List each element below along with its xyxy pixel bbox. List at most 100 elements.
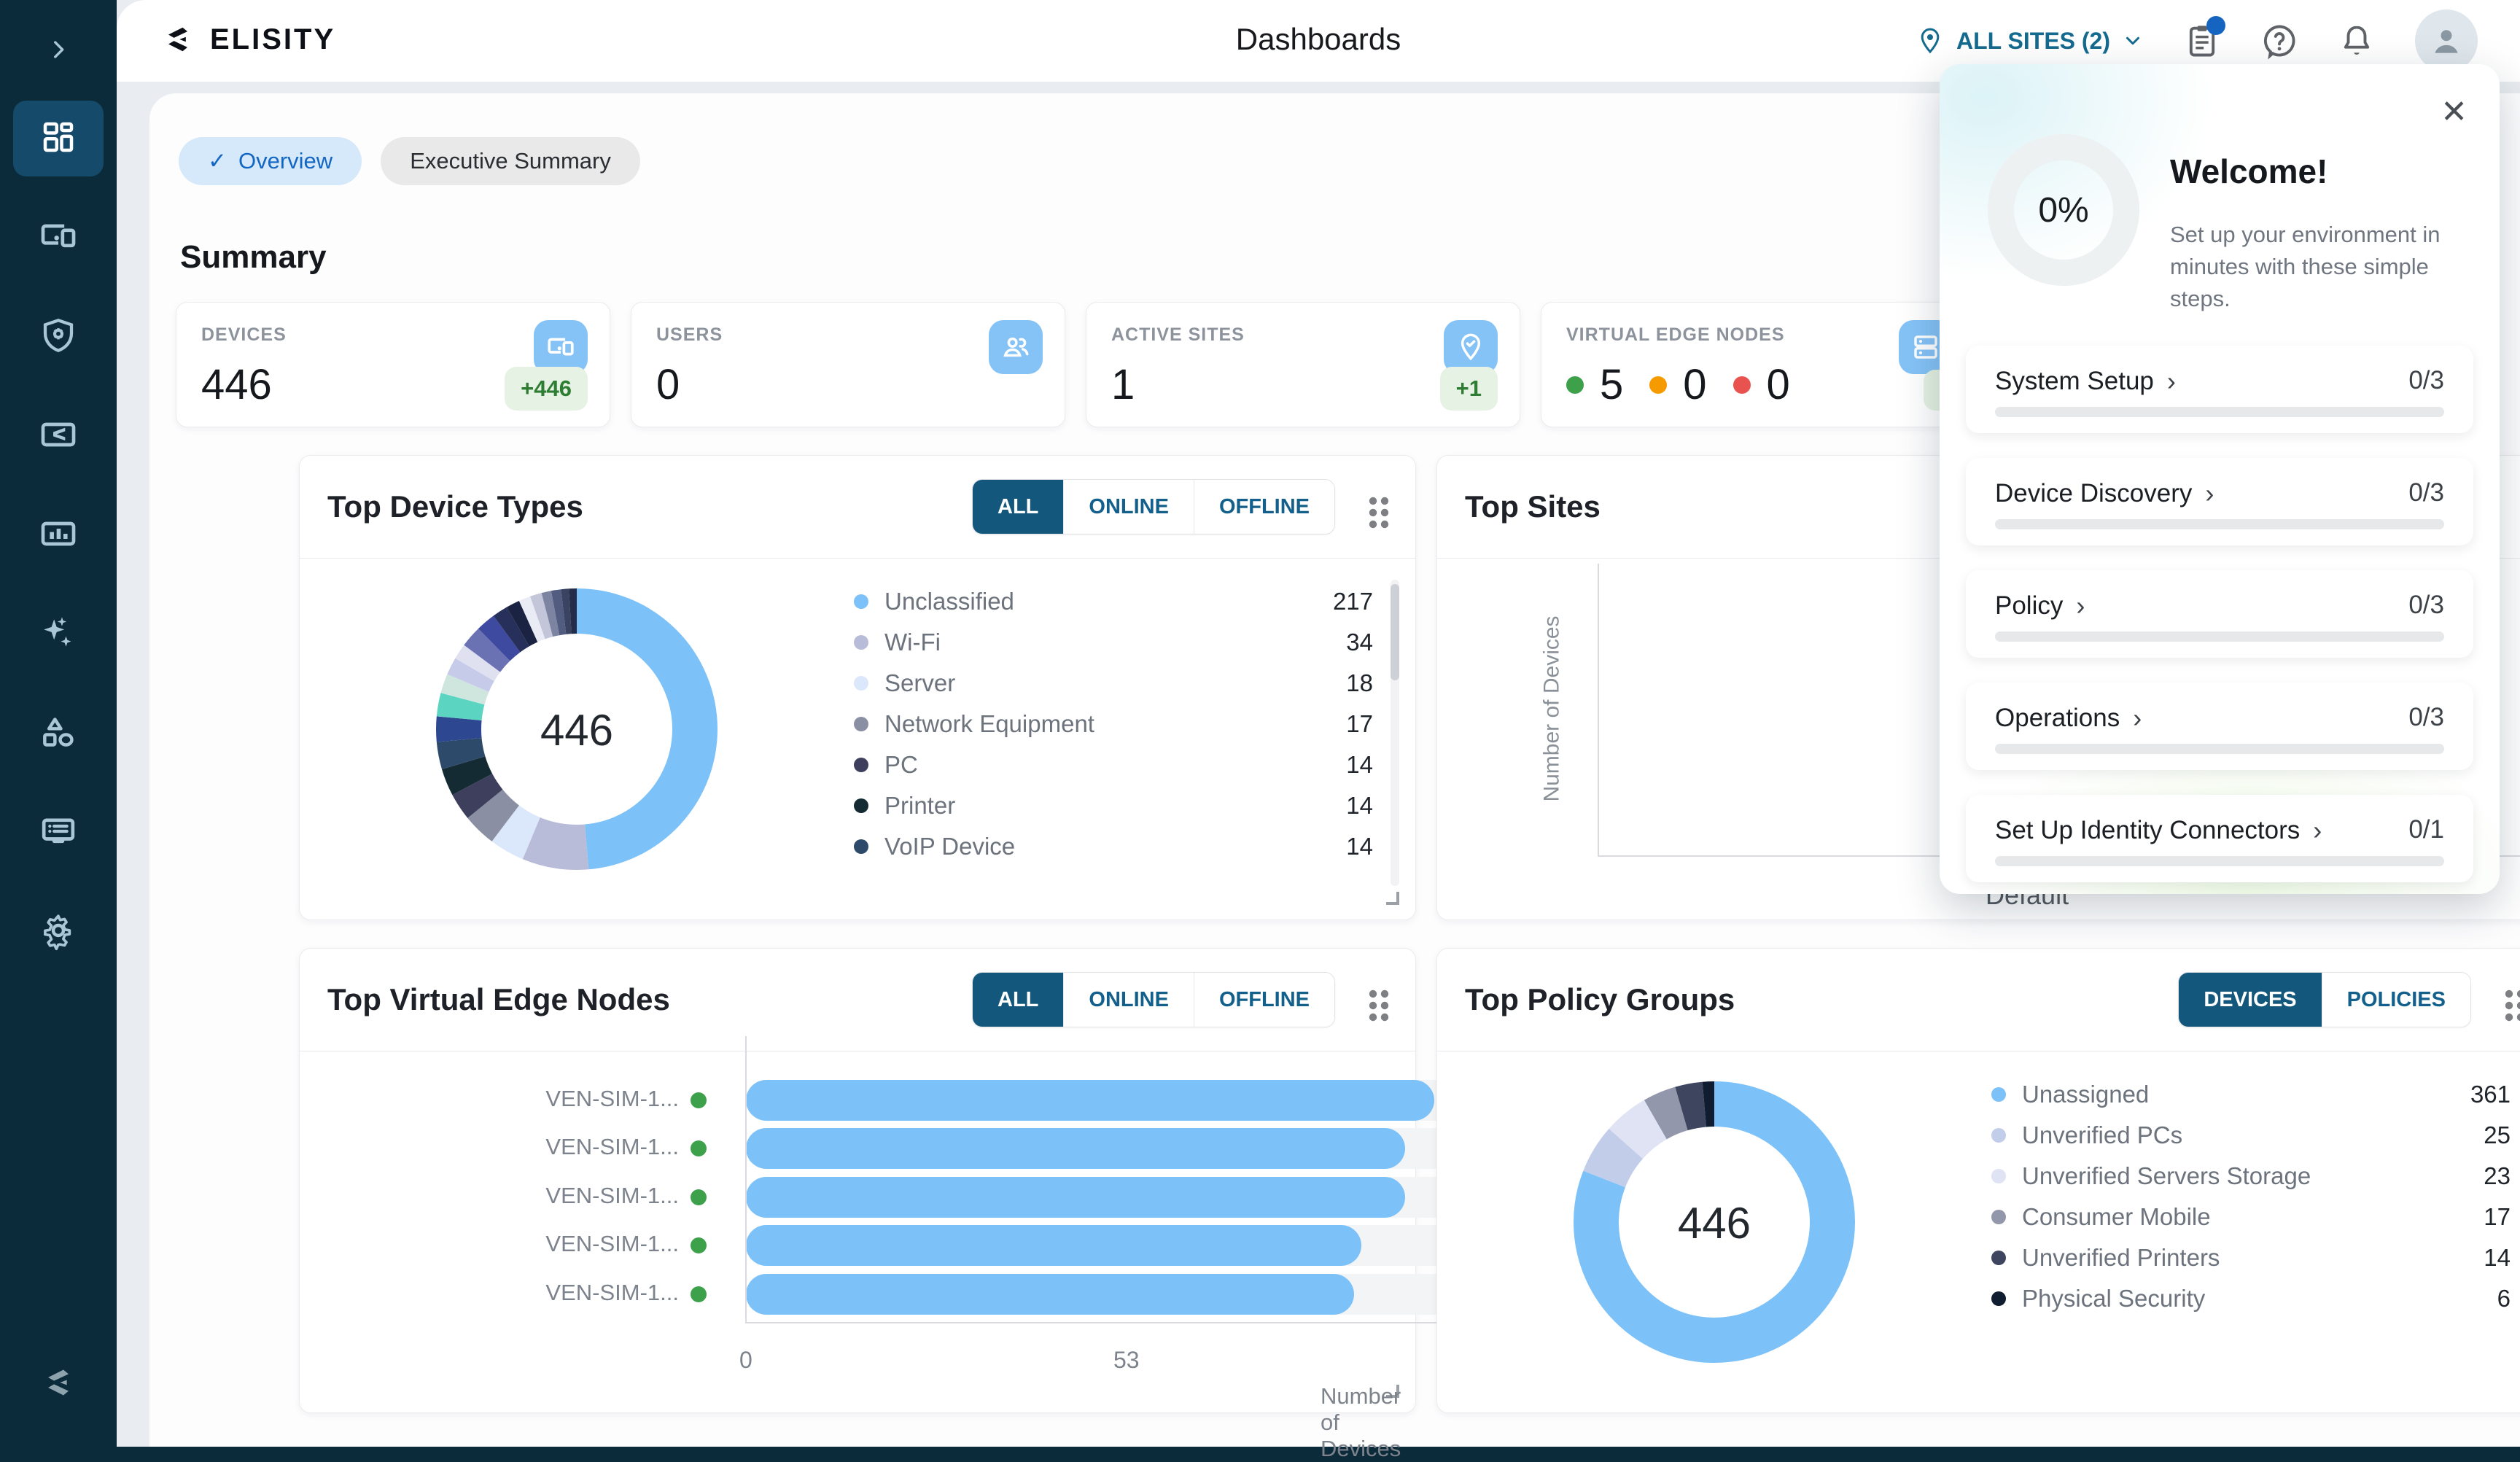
drag-handle-icon[interactable] [2500,987,2520,1028]
legend-label: Unassigned [2022,1081,2470,1108]
resize-handle[interactable] [1386,892,1399,905]
sidebar-item-devices[interactable] [13,200,104,276]
x-axis-label: Number of Devices [1321,1383,1415,1462]
legend-item-unverified-printers[interactable]: Unverified Printers 14 [1991,1237,2511,1278]
ven-row: VEN-SIM-1... 85 [300,1225,1415,1266]
toggle-online[interactable]: ONLINE [1064,480,1194,534]
sites-selector[interactable]: ALL SITES (2) [1916,26,2144,55]
legend-scrollbar-thumb[interactable] [1391,584,1399,680]
drag-handle-icon[interactable] [1364,494,1393,535]
chevron-right-icon: › [2076,591,2085,621]
setup-step-system-setup[interactable]: System Setup › 0/3 [1966,346,2473,433]
legend-dot [1991,1210,2006,1224]
legend-item-network-equipment[interactable]: Network Equipment 17 [854,704,1373,744]
ven-name-label: VEN-SIM-1... [545,1231,679,1257]
legend-item-printer[interactable]: Printer 14 [854,785,1373,826]
setup-step-set-up-identity-connectors[interactable]: Set Up Identity Connectors › 0/1 [1966,795,2473,882]
sidebar-item-ai-sparkles[interactable] [13,596,104,672]
help-button[interactable] [2260,22,2298,60]
summary-card-devices[interactable]: DEVICES 446+446 [176,302,610,427]
site-pin-chip-icon [1444,320,1498,374]
setup-step-policy[interactable]: Policy › 0/3 [1966,570,2473,658]
sidebar-item-topology-shapes[interactable] [13,696,104,771]
tab-label: Executive Summary [410,148,611,174]
chevron-right-icon: › [2205,478,2214,509]
legend-label: Physical Security [2022,1285,2497,1313]
check-icon: ✓ [208,148,227,174]
devices-chip-icon [534,320,588,374]
legend-item-physical-security[interactable]: Physical Security 6 [1991,1278,2511,1319]
legend-item-unclassified[interactable]: Unclassified 217 [854,581,1373,622]
card-ven: Top Virtual Edge NodesALLONLINEOFFLINE V… [299,948,1416,1413]
summary-card-trend-badge: +1 [1440,367,1498,411]
summary-card-active-sites[interactable]: ACTIVE SITES 1+1 [1086,302,1520,427]
legend-value: 23 [2484,1162,2511,1190]
step-progress-count: 0/3 [2408,591,2444,620]
tasks-clipboard-button[interactable] [2183,22,2221,60]
summary-card-virtual-edge-nodes[interactable]: VIRTUAL EDGE NODES 500 [1541,302,1975,427]
devices-icon [38,216,79,260]
y-axis-line [745,1036,747,1322]
legend-value: 34 [1346,629,1373,656]
account-button[interactable] [2415,9,2478,72]
ven-bar[interactable] [746,1128,1405,1169]
close-icon[interactable]: ✕ [2441,96,2468,128]
legend-value: 17 [2484,1203,2511,1231]
legend-item-wi-fi[interactable]: Wi-Fi 34 [854,622,1373,663]
sidebar-item-settings-gear[interactable] [13,894,104,970]
legend-item-pc[interactable]: PC 14 [854,744,1373,785]
step-progress-bar [1995,744,2444,754]
online-status-dot [691,1189,707,1205]
ven-bar[interactable] [746,1274,1354,1315]
legend-item-unverified-servers-storage[interactable]: Unverified Servers Storage 23 [1991,1156,2511,1197]
legend-value: 14 [1346,833,1373,860]
step-title: Device Discovery › [1995,478,2214,509]
person-icon [2428,23,2465,59]
ven-bar[interactable] [746,1080,1434,1121]
chevron-down-icon [2122,30,2144,52]
status-dot [1649,376,1667,394]
legend-item-consumer-mobile[interactable]: Consumer Mobile 17 [1991,1197,2511,1237]
legend-item-voip-device[interactable]: VoIP Device 14 [854,826,1373,867]
sidebar-item-analytics[interactable] [13,497,104,573]
legend-label: Printer [884,792,1346,820]
summary-heading: Summary [180,239,327,276]
card-title: Top Policy Groups [1465,982,1735,1017]
toggle-devices[interactable]: DEVICES [2179,973,2322,1027]
ven-bar[interactable] [746,1177,1405,1218]
sidebar-item-switch[interactable] [13,398,104,474]
legend-item-server[interactable]: Server 18 [854,663,1373,704]
step-label: Policy [1995,591,2063,621]
sidebar-expand-button[interactable] [36,28,80,71]
legend-label: Unverified PCs [2022,1121,2484,1149]
legend-item-unverified-pcs[interactable]: Unverified PCs 25 [1991,1115,2511,1156]
ai-sparkles-icon [38,613,79,657]
setup-step-device-discovery[interactable]: Device Discovery › 0/3 [1966,458,2473,545]
step-progress-bar [1995,407,2444,417]
tab-overview[interactable]: ✓ Overview [179,137,362,185]
legend-dot [1991,1128,2006,1143]
ven-row: VEN-SIM-1... 95 [300,1080,1415,1121]
sidebar-collapse-logo[interactable] [0,1362,117,1403]
ven-row: VEN-SIM-1... 91 [300,1177,1415,1218]
tab-label: Overview [238,148,332,174]
chevron-right-icon: › [2133,703,2142,734]
tab-executive-summary[interactable]: Executive Summary [381,137,640,185]
step-title: Operations › [1995,703,2142,734]
setup-step-operations[interactable]: Operations › 0/3 [1966,683,2473,770]
notifications-button[interactable] [2338,22,2376,60]
sidebar-item-logs-console[interactable] [13,795,104,871]
ven-bar[interactable] [746,1225,1361,1266]
status-value: 0 [1767,360,1790,409]
toggle-offline[interactable]: OFFLINE [1194,480,1334,534]
toggle-policies[interactable]: POLICIES [2322,973,2470,1027]
chart-legend: Unassigned 361 Unverified PCs 25 Unverif… [1991,1074,2511,1319]
sidebar-item-dashboard[interactable] [13,101,104,176]
legend-item-unassigned[interactable]: Unassigned 361 [1991,1074,2511,1115]
sidebar-item-policy-shield[interactable] [13,299,104,375]
summary-card-users[interactable]: USERS 0 [631,302,1065,427]
step-progress-count: 0/1 [2408,815,2444,844]
summary-card-label: VIRTUAL EDGE NODES [1566,324,1950,346]
status-value: 5 [1600,360,1623,409]
toggle-all[interactable]: ALL [973,480,1064,534]
